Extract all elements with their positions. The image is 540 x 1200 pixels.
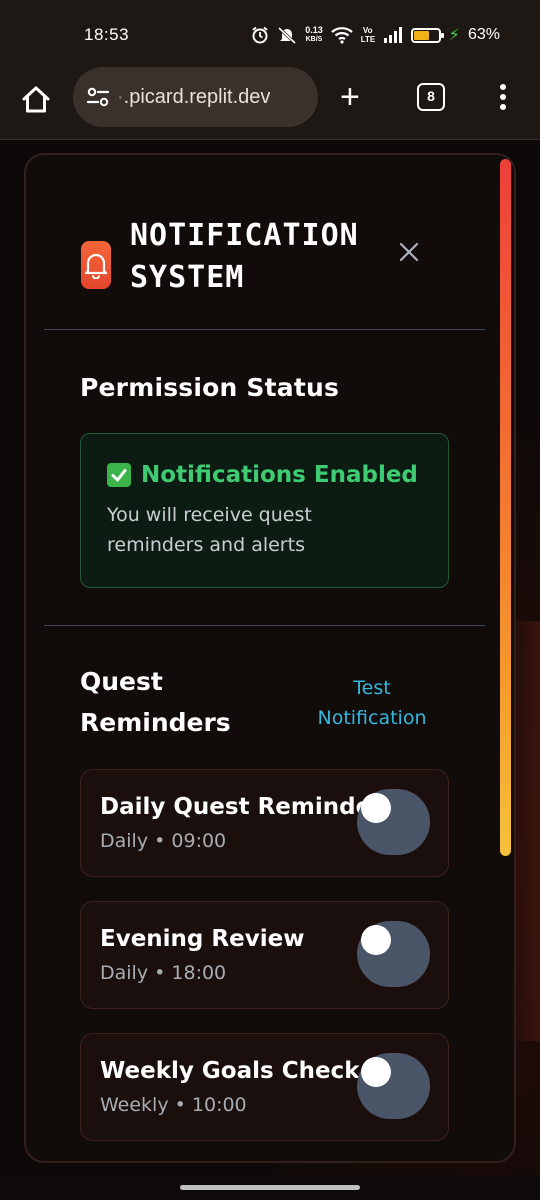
- reminder-card: Weekly Goals Check Weekly • 10:00: [80, 1033, 449, 1141]
- panel-title-line1: NOTIFICATION: [130, 218, 359, 253]
- alarm-icon: [252, 26, 268, 44]
- panel-title-line2: SYSTEM: [130, 260, 245, 295]
- net-speed-unit: KB/S: [305, 36, 323, 43]
- reminder-toggle[interactable]: [357, 1053, 430, 1119]
- reminder-name: Weekly Goals Check: [100, 1058, 360, 1084]
- test-notification-line1: Test: [353, 677, 391, 699]
- close-icon[interactable]: [398, 241, 420, 263]
- permission-status-row: Notifications Enabled: [107, 462, 448, 488]
- url-faded-prefix: ·: [117, 85, 124, 108]
- status-bar: 18:53 0.13 KB/S Vo LTE ⚡︎ 63%: [0, 0, 540, 70]
- reminder-schedule: Daily • 18:00: [100, 962, 226, 984]
- reminder-frequency: Daily: [100, 830, 149, 852]
- reminder-toggle[interactable]: [357, 789, 430, 855]
- browser-toolbar: ·.picard.replit.dev + 8: [0, 67, 540, 140]
- quest-reminders-heading-line2: Reminders: [80, 708, 231, 737]
- bell-badge: [81, 241, 111, 289]
- test-notification-button[interactable]: Test Notification: [312, 673, 432, 733]
- check-icon: [107, 463, 131, 487]
- tab-switcher-button[interactable]: 8: [417, 83, 445, 111]
- reminder-card: Evening Review Daily • 18:00: [80, 901, 449, 1009]
- permission-status: Notifications Enabled: [141, 462, 418, 488]
- charging-icon: ⚡︎: [448, 27, 460, 44]
- more-menu-icon[interactable]: [498, 84, 508, 112]
- signal-icon: [383, 27, 402, 43]
- reminder-name: Daily Quest Reminder: [100, 794, 383, 820]
- mute-icon: [278, 26, 297, 44]
- permission-description: You will receive quest reminders and ale…: [107, 504, 312, 556]
- reminder-toggle[interactable]: [357, 921, 430, 987]
- schedule-separator: •: [154, 830, 166, 852]
- net-speed: 0.13 KB/S: [305, 26, 323, 44]
- schedule-separator: •: [174, 1094, 186, 1116]
- page-content: NOTIFICATION SYSTEM Permission Status No…: [0, 141, 540, 1176]
- battery-percent: 63%: [467, 26, 500, 43]
- schedule-separator: •: [154, 962, 166, 984]
- test-notification-line2: Notification: [317, 707, 427, 729]
- reminder-time: 09:00: [171, 830, 227, 852]
- quest-reminders-heading-line1: Quest: [80, 667, 163, 696]
- reminder-frequency: Weekly: [100, 1094, 169, 1116]
- home-gesture-handle[interactable]: [180, 1185, 360, 1190]
- reminder-schedule: Weekly • 10:00: [100, 1094, 247, 1116]
- reminder-schedule: Daily • 09:00: [100, 830, 226, 852]
- battery-level: [413, 30, 429, 40]
- notification-panel: NOTIFICATION SYSTEM Permission Status No…: [24, 153, 516, 1163]
- toggle-knob: [361, 793, 391, 823]
- net-speed-value: 0.13: [305, 25, 323, 35]
- battery-icon: [410, 27, 444, 43]
- reminder-card: Daily Quest Reminder Daily • 09:00: [80, 769, 449, 877]
- gesture-nav-bar: [0, 1176, 540, 1200]
- status-icons: 0.13 KB/S Vo LTE ⚡︎ 63%: [251, 25, 500, 45]
- bell-icon: [84, 253, 108, 279]
- panel-scrollbar[interactable]: [500, 159, 511, 856]
- wifi-icon: [331, 27, 353, 44]
- url-text[interactable]: ·.picard.replit.dev: [117, 86, 270, 109]
- quest-reminders-heading: Quest Reminders: [80, 661, 260, 743]
- site-settings-icon[interactable]: [85, 84, 111, 110]
- divider: [44, 625, 485, 626]
- panel-title: NOTIFICATION SYSTEM: [130, 215, 390, 299]
- status-time: 18:53: [84, 25, 130, 44]
- address-bar[interactable]: ·.picard.replit.dev: [73, 67, 318, 127]
- reminder-frequency: Daily: [100, 962, 149, 984]
- new-tab-button[interactable]: +: [340, 80, 360, 114]
- permission-heading: Permission Status: [80, 373, 340, 402]
- reminder-name: Evening Review: [100, 926, 305, 952]
- volte-label: Vo LTE: [360, 26, 376, 44]
- url-domain: .picard.replit.dev: [123, 85, 271, 108]
- permission-status-card: Notifications Enabled You will receive q…: [80, 433, 449, 588]
- toggle-knob: [361, 1057, 391, 1087]
- divider: [44, 329, 485, 330]
- reminder-time: 10:00: [191, 1094, 247, 1116]
- home-icon[interactable]: [20, 84, 52, 116]
- reminder-time: 18:00: [171, 962, 227, 984]
- toggle-knob: [361, 925, 391, 955]
